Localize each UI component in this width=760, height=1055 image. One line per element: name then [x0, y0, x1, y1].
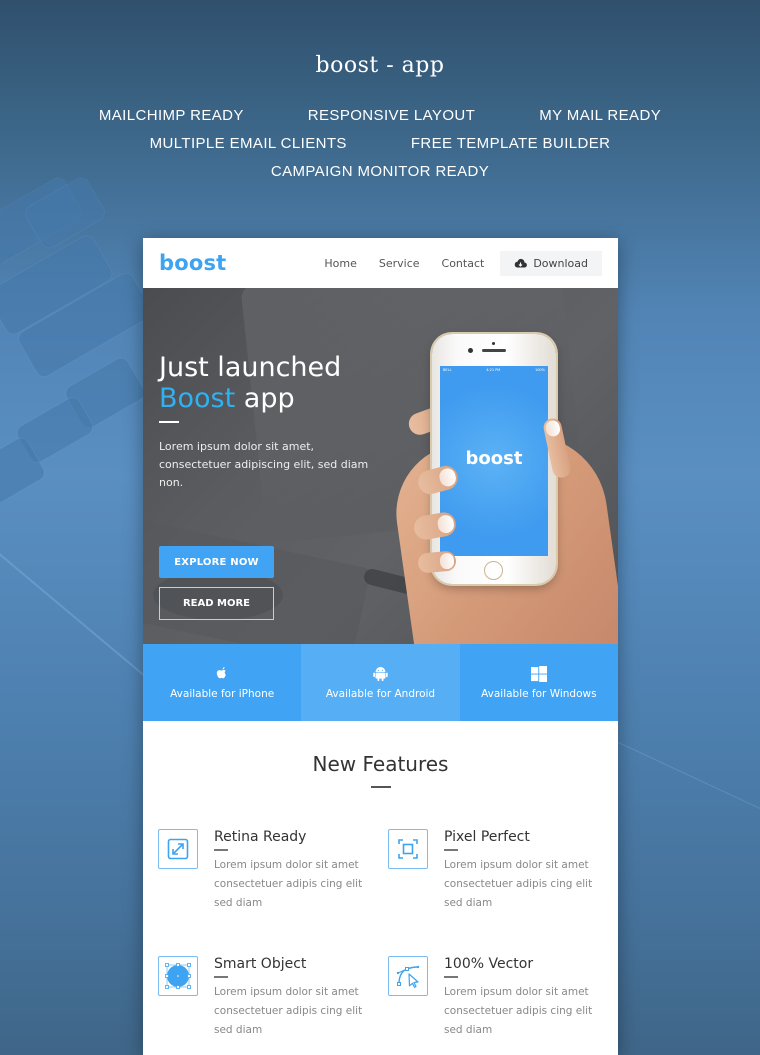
feature-icon-box: [388, 829, 428, 869]
email-template-preview: boost Home Service Contact Download Just…: [143, 238, 618, 1055]
phone-battery: 100%: [534, 368, 545, 372]
platform-label: Available for iPhone: [170, 687, 275, 700]
windows-icon: [530, 665, 547, 682]
read-more-button[interactable]: READ MORE: [159, 587, 274, 620]
phone-screen: BELL 4:21 PM 100% boost: [440, 366, 548, 556]
feature-tag: RESPONSIVE LAYOUT: [307, 107, 476, 124]
features-heading-divider: [370, 786, 391, 788]
phone-carrier: BELL: [443, 368, 452, 372]
feature-tag: MY MAIL READY: [539, 107, 662, 124]
brand-logo[interactable]: boost: [159, 251, 226, 275]
focus-frame-icon: [398, 839, 418, 859]
platform-availability-bar: Available for iPhone Available for Andro…: [143, 644, 618, 721]
hero-title-line1: Just launched: [159, 352, 342, 383]
smart-object-circle-icon: [165, 963, 191, 989]
phone-speaker: [482, 349, 506, 352]
phone-status-bar: BELL 4:21 PM 100%: [443, 368, 545, 372]
phone-app-name: boost: [465, 448, 523, 469]
feature-tags-row-1: MAILCHIMP READY RESPONSIVE LAYOUT MY MAI…: [0, 107, 760, 124]
feature-title-underline: [444, 976, 458, 978]
phone-time: 4:21 PM: [486, 368, 501, 372]
feature-title-underline: [214, 976, 228, 978]
fingernail: [439, 552, 455, 570]
platform-iphone[interactable]: Available for iPhone: [143, 644, 301, 721]
hero-title-accent: Boost: [159, 383, 236, 414]
background-highlight-line: [609, 737, 760, 824]
nav-links: Home Service Contact Download: [302, 250, 602, 276]
nav-link-home[interactable]: Home: [324, 257, 356, 270]
nav-link-contact[interactable]: Contact: [442, 257, 485, 270]
feature-title: Pixel Perfect: [444, 829, 530, 845]
feature-tags-row-3: CAMPAIGN MONITOR READY: [0, 163, 760, 180]
feature-description: Lorem ipsum dolor sit amet consectetuer …: [214, 986, 363, 1036]
platform-android[interactable]: Available for Android: [301, 644, 460, 721]
feature-icon-box: [388, 956, 428, 996]
hero-divider: [159, 421, 179, 423]
fingernail: [436, 513, 456, 535]
download-button[interactable]: Download: [500, 250, 602, 276]
explore-now-button[interactable]: EXPLORE NOW: [159, 546, 274, 578]
feature-description: Lorem ipsum dolor sit amet consectetuer …: [444, 859, 593, 909]
showcase-title: boost - app: [315, 53, 445, 78]
nav-link-service[interactable]: Service: [379, 257, 420, 270]
apple-icon: [216, 666, 226, 678]
android-icon: [373, 666, 388, 681]
hand-holding-phone-image: BELL 4:21 PM 100% boost: [387, 328, 618, 644]
hero-title-rest: app: [235, 383, 295, 414]
phone-sensor: [492, 342, 495, 345]
cloud-download-icon: [515, 258, 528, 268]
feature-tag: MAILCHIMP READY: [98, 107, 244, 124]
feature-tag: FREE TEMPLATE BUILDER: [410, 135, 611, 152]
feature-icon-box: [158, 829, 198, 869]
feature-title: Smart Object: [214, 956, 307, 972]
fingernail: [544, 419, 562, 438]
features-heading: New Features: [312, 752, 449, 776]
vector-pen-icon: [396, 965, 420, 988]
phone-home-button: [484, 561, 503, 580]
feature-description: Lorem ipsum dolor sit amet consectetuer …: [444, 986, 593, 1036]
platform-label: Available for Android: [325, 687, 436, 700]
feature-title: Retina Ready: [214, 829, 307, 845]
feature-tag: MULTIPLE EMAIL CLIENTS: [149, 135, 347, 152]
platform-windows[interactable]: Available for Windows: [460, 644, 618, 721]
platform-label: Available for Windows: [481, 687, 597, 700]
feature-tag: CAMPAIGN MONITOR READY: [270, 163, 490, 180]
feature-title: 100% Vector: [444, 956, 534, 972]
feature-title-underline: [444, 849, 458, 851]
phone-mockup: BELL 4:21 PM 100% boost: [432, 334, 556, 584]
fingernail: [437, 466, 458, 489]
feature-title-underline: [214, 849, 228, 851]
hero-description: Lorem ipsum dolor sit amet, consectetuer…: [159, 440, 369, 489]
feature-icon-box: [158, 956, 198, 996]
top-navigation: boost Home Service Contact Download: [143, 238, 618, 288]
hero-title: Just launched Boost app: [159, 352, 341, 414]
hero-section: Just launched Boost app Lorem ipsum dolo…: [143, 288, 618, 644]
feature-description: Lorem ipsum dolor sit amet consectetuer …: [214, 859, 363, 909]
feature-tags-row-2: MULTIPLE EMAIL CLIENTS FREE TEMPLATE BUI…: [0, 135, 760, 152]
expand-arrows-icon: [167, 838, 189, 860]
phone-camera: [468, 348, 473, 353]
download-label: Download: [533, 256, 588, 270]
